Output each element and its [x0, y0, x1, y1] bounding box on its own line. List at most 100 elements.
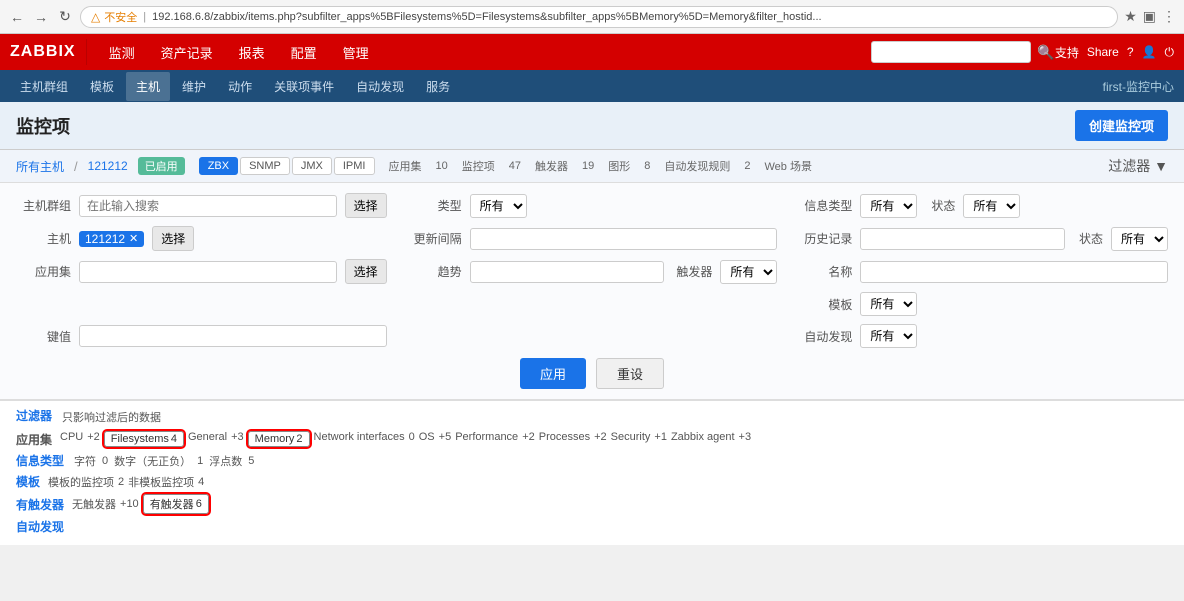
- trigger-row: 有触发器 无触发器 +10 有触发器 6: [16, 494, 1168, 514]
- breadcrumb-host[interactable]: 121212: [88, 159, 128, 173]
- help-icon[interactable]: ?: [1127, 45, 1134, 59]
- filter-label: 过滤器: [1108, 158, 1150, 174]
- general-count: +3: [231, 431, 244, 443]
- host-label: 主机: [16, 230, 71, 247]
- has-trigger-tag[interactable]: 有触发器 6: [143, 494, 209, 514]
- breadcrumb-row: 所有主机 / 121212 已启用 ZBX SNMP JMX IPMI 应用集 …: [0, 150, 1184, 183]
- filesystems-tag[interactable]: Filesystems 4: [104, 431, 184, 447]
- network-count: 0: [409, 431, 415, 443]
- update-interval-field: 更新间隔: [407, 226, 778, 251]
- page-header: 监控项 创建监控项: [0, 102, 1184, 150]
- sidebar-item-maintenance[interactable]: 维护: [172, 72, 216, 101]
- address-bar[interactable]: △ 不安全 | 192.168.6.8/zabbix/items.php?sub…: [80, 6, 1118, 28]
- auto-discover-label: 自动发现: [797, 328, 852, 345]
- tab-zbx[interactable]: ZBX: [199, 157, 238, 175]
- status-enabled-badge: 已启用: [138, 157, 185, 175]
- share-link[interactable]: Share: [1087, 45, 1119, 59]
- support-link[interactable]: 支持: [1055, 44, 1079, 61]
- menu-item-assets[interactable]: 资产记录: [149, 35, 225, 70]
- host-group-select-button[interactable]: 选择: [345, 193, 387, 218]
- sidebar-item-templates[interactable]: 模板: [80, 72, 124, 101]
- tab-jmx[interactable]: JMX: [292, 157, 332, 175]
- trigger-section-label[interactable]: 有触发器: [16, 496, 64, 513]
- filter-result-title[interactable]: 过滤器: [16, 407, 52, 424]
- template-select[interactable]: 所有: [860, 292, 917, 316]
- back-btn[interactable]: ←: [8, 8, 26, 26]
- forward-btn[interactable]: →: [32, 8, 50, 26]
- sidebar-item-hosts[interactable]: 主机: [126, 72, 170, 101]
- filter-toggle-button[interactable]: 过滤器 ▼: [1108, 156, 1168, 176]
- menu-item-admin[interactable]: 管理: [331, 35, 381, 70]
- char-label: 字符: [74, 453, 96, 469]
- status-select[interactable]: 所有: [963, 194, 1020, 218]
- sidebar-item-services[interactable]: 服务: [416, 72, 460, 101]
- triggers-label: 触发器: [535, 158, 568, 174]
- host-tag-remove[interactable]: ✕: [129, 232, 138, 245]
- apply-button[interactable]: 应用: [520, 358, 586, 389]
- char-count: 0: [102, 455, 108, 467]
- logout-icon[interactable]: ⏻: [1165, 45, 1175, 60]
- update-interval-input[interactable]: [470, 228, 778, 250]
- info-type-select[interactable]: 所有: [860, 194, 917, 218]
- reset-button[interactable]: 重设: [596, 358, 664, 389]
- name-input[interactable]: [860, 261, 1168, 283]
- sidebar-item-autodiscovery[interactable]: 自动发现: [346, 72, 414, 101]
- warning-icon: △: [91, 10, 100, 24]
- filter-actions: 应用 重设: [16, 358, 1168, 389]
- tab-ipmi[interactable]: IPMI: [334, 157, 375, 175]
- refresh-btn[interactable]: ↻: [56, 8, 74, 26]
- performance-tag: Performance: [455, 431, 518, 443]
- os-count: +5: [439, 431, 452, 443]
- sidebar-item-actions[interactable]: 动作: [218, 72, 262, 101]
- trends-input[interactable]: [470, 261, 665, 283]
- no-trigger-count: +10: [120, 498, 139, 510]
- menu-item-monitor[interactable]: 监测: [97, 35, 147, 70]
- key-input[interactable]: [79, 325, 387, 347]
- memory-tag[interactable]: Memory 2: [248, 431, 310, 447]
- discovery-rules-label: 自动发现规则: [664, 158, 730, 174]
- template-non-label: 非模板监控项: [128, 474, 194, 490]
- app-select-button[interactable]: 选择: [345, 259, 387, 284]
- app-input[interactable]: [79, 261, 337, 283]
- update-interval-label: 更新间隔: [407, 230, 462, 247]
- tab-snmp[interactable]: SNMP: [240, 157, 290, 175]
- template-section-label[interactable]: 模板: [16, 473, 40, 490]
- sidebar-item-hostgroups[interactable]: 主机群组: [10, 72, 78, 101]
- sidebar-item-correlations[interactable]: 关联项事件: [264, 72, 344, 101]
- auto-discover-select[interactable]: 所有: [860, 324, 917, 348]
- breadcrumb-all-hosts[interactable]: 所有主机: [16, 158, 64, 175]
- trigger-select[interactable]: 所有: [720, 260, 777, 284]
- global-search-input[interactable]: [871, 41, 1031, 63]
- only-affected-label: 只影响过滤后的数据: [62, 409, 161, 425]
- history-input[interactable]: [860, 228, 1065, 250]
- template-field: 模板 所有: [797, 292, 1168, 316]
- os-tag: OS: [419, 431, 435, 443]
- menu-item-config[interactable]: 配置: [279, 35, 329, 70]
- host-select-button[interactable]: 选择: [152, 226, 194, 251]
- host-group-field: 主机群组 选择: [16, 193, 387, 218]
- zabbix-logo: ZABBIX: [10, 39, 87, 65]
- search-icon[interactable]: 🔍: [1037, 44, 1054, 61]
- create-monitor-item-button[interactable]: 创建监控项: [1075, 110, 1168, 141]
- status2-select[interactable]: 所有: [1111, 227, 1168, 251]
- network-tag: Network interfaces: [314, 431, 405, 443]
- ext-icon[interactable]: ▣: [1143, 8, 1156, 25]
- url-text: 192.168.6.8/zabbix/items.php?subfilter_a…: [152, 11, 1107, 23]
- auto-discover-section-label[interactable]: 自动发现: [16, 518, 64, 535]
- user-icon[interactable]: 👤: [1142, 45, 1157, 59]
- type-select[interactable]: 所有: [470, 194, 527, 218]
- info-type-section-label[interactable]: 信息类型: [16, 452, 64, 469]
- memory-count: 2: [296, 433, 302, 445]
- type-label: 类型: [407, 197, 462, 214]
- star-icon[interactable]: ★: [1124, 8, 1137, 25]
- history-field: 历史记录 状态 所有: [797, 226, 1168, 251]
- filesystems-tag-label: Filesystems: [111, 433, 169, 445]
- has-trigger-count: 6: [196, 498, 202, 510]
- float-count: 5: [248, 455, 254, 467]
- host-group-input[interactable]: [79, 195, 337, 217]
- menu-item-report[interactable]: 报表: [227, 35, 277, 70]
- trigger-label: 触发器: [672, 263, 712, 280]
- settings-icon[interactable]: ⋮: [1162, 8, 1176, 25]
- security-count: +1: [654, 431, 667, 443]
- secondary-nav: 主机群组 模板 主机 维护 动作 关联项事件 自动发现 服务 first-监控中…: [0, 70, 1184, 102]
